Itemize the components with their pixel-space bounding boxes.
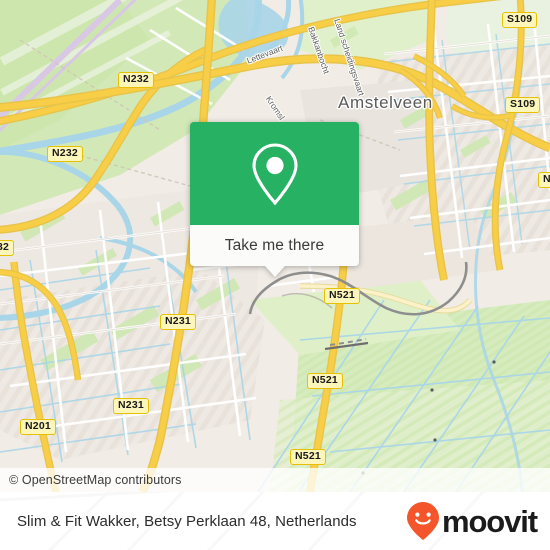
- take-me-there-button[interactable]: Take me there: [190, 225, 359, 266]
- take-me-there-label: Take me there: [224, 236, 325, 254]
- attribution-text[interactable]: © OpenStreetMap contributors: [0, 473, 182, 487]
- footer-bar: Slim & Fit Wakker, Betsy Perklaan 48, Ne…: [0, 492, 550, 550]
- moovit-brand[interactable]: moovit: [406, 501, 538, 541]
- road-shield: N232: [118, 72, 154, 88]
- map-attribution-bar: © OpenStreetMap contributors: [0, 468, 550, 492]
- road-shield: S109: [505, 97, 541, 113]
- road-shield: N: [538, 172, 550, 188]
- road-shield: N521: [307, 373, 343, 389]
- location-popup-card[interactable]: Take me there: [190, 122, 359, 277]
- road-shield: N232: [47, 146, 83, 162]
- popup-pointer: [264, 266, 285, 277]
- location-pin-icon: [251, 142, 298, 205]
- road-shield: N231: [160, 314, 196, 330]
- popup-icon-panel: [190, 122, 359, 225]
- road-shield: N521: [290, 449, 326, 465]
- road-shield: N521: [324, 288, 360, 304]
- road-shield: N201: [20, 419, 56, 435]
- moovit-wordmark: moovit: [441, 503, 538, 539]
- road-shield: 32: [0, 240, 15, 256]
- road-shield: N231: [113, 398, 149, 414]
- road-shield: S109: [502, 12, 538, 28]
- map-screenshot: N232 N232 32 S109 S109 N N231 N231 N201 …: [0, 0, 550, 550]
- moovit-smiley-pin-icon: [406, 502, 439, 540]
- map-viewport[interactable]: N232 N232 32 S109 S109 N N231 N231 N201 …: [0, 0, 550, 492]
- place-label-amstelveen: Amstelveen: [338, 93, 433, 112]
- page-title: Slim & Fit Wakker, Betsy Perklaan 48, Ne…: [17, 512, 357, 530]
